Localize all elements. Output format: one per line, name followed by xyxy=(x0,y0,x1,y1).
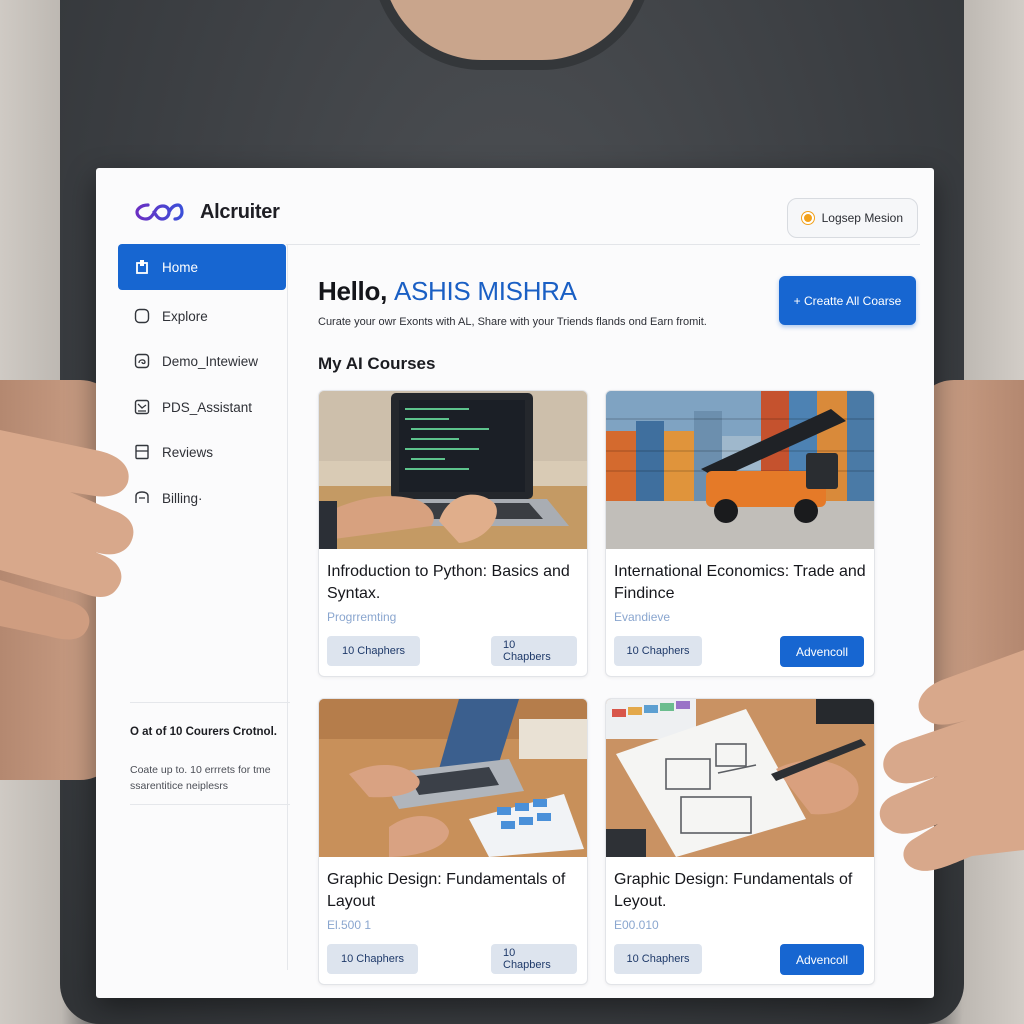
advanced-button[interactable]: Advencoll xyxy=(780,944,864,975)
compass-icon xyxy=(134,308,150,324)
course-category: E00.010 xyxy=(614,918,659,932)
page-title: Hello, ASHIS MISHRA xyxy=(318,276,577,307)
sidebar-divider xyxy=(130,804,290,805)
session-chip[interactable]: Logsep Mesion xyxy=(786,198,918,238)
left-hand xyxy=(0,430,134,640)
sidebar-item-label: Billing· xyxy=(162,490,203,506)
sidebar-item-reviews[interactable]: Reviews xyxy=(118,429,286,475)
header-divider xyxy=(286,244,920,245)
sidebar-item-explore[interactable]: Explore xyxy=(118,293,286,339)
course-card[interactable]: International Economics: Trade and Findi… xyxy=(605,390,875,677)
chapters-pill: 10 Chaphers xyxy=(327,944,418,974)
brand-logo-icon xyxy=(135,203,184,221)
sidebar-item-home[interactable]: Home xyxy=(118,244,286,290)
chapters-pill: 10 Chapbers xyxy=(491,636,577,666)
quota-title: O at of 10 Courers Crotnol. xyxy=(130,726,277,738)
advanced-button[interactable]: Advencoll xyxy=(780,636,864,667)
home-icon xyxy=(134,259,150,275)
chapters-pill: 10 Chapbers xyxy=(491,944,577,974)
laptop-coding-photo xyxy=(319,391,587,549)
course-title: Graphic Design: Fundamentals of Leyout. xyxy=(614,871,853,910)
greeting-text: Hello, xyxy=(318,276,387,306)
course-title: Infroduction to Python: Basics and Synta… xyxy=(327,563,570,602)
printed-dashboard: Alcruiter Logsep Mesion Home Explore Dem… xyxy=(96,168,934,998)
chapters-pill: 10 Chaphers xyxy=(614,636,702,666)
course-category: Evandieve xyxy=(614,610,671,624)
user-name: ASHIS MISHRA xyxy=(393,276,577,306)
sidebar-item-demo-interview[interactable]: Demo_Intewiew xyxy=(118,338,286,384)
sidebar-item-label: Demo_Intewiew xyxy=(162,353,259,369)
course-category: Progrremting xyxy=(327,610,397,624)
course-card[interactable]: Infroduction to Python: Basics and Synta… xyxy=(318,390,588,677)
interview-icon xyxy=(134,353,150,369)
design-laptop-photo xyxy=(319,699,587,857)
section-title: My AI Courses xyxy=(318,354,436,373)
brand-name: Alcruiter xyxy=(200,200,280,223)
wireframe-sketch-photo xyxy=(606,699,874,857)
course-card[interactable]: Graphic Design: Fundamentals of Leyout. … xyxy=(605,698,875,985)
course-category: El.500 1 xyxy=(327,918,372,932)
sidebar-item-label: Explore xyxy=(162,308,208,324)
sidebar-item-label: Home xyxy=(162,259,199,275)
course-title: Graphic Design: Fundamentals of Layout xyxy=(327,871,566,910)
course-quota-note: O at of 10 Courers Crotnol. Coate up to.… xyxy=(130,726,290,794)
sidebar-item-billing[interactable]: Billing· xyxy=(118,475,286,521)
shipping-containers-photo xyxy=(606,391,874,549)
sidebar-item-pds-assistant[interactable]: PDS_Assistant xyxy=(118,384,286,430)
page-subtitle: Curate your owr Exonts with AL, Share wi… xyxy=(318,316,707,328)
session-label: Logsep Mesion xyxy=(821,211,903,225)
chapters-pill: 10 Chaphers xyxy=(614,944,702,974)
create-course-button[interactable]: + Creatte All Coarse xyxy=(779,276,916,325)
sidebar-item-label: Reviews xyxy=(162,444,214,460)
quota-description: Coate up to. 10 errrets for tme ssarenti… xyxy=(130,764,271,792)
chapters-pill: 10 Chaphers xyxy=(327,636,420,666)
course-title: International Economics: Trade and Findi… xyxy=(614,563,866,602)
brand[interactable]: Alcruiter xyxy=(134,200,280,224)
right-hand xyxy=(879,650,1024,871)
status-dot-icon xyxy=(801,212,814,224)
sidebar-item-label: PDS_Assistant xyxy=(162,399,253,415)
assistant-icon xyxy=(134,399,150,415)
sidebar: Home Explore Demo_Intewiew PDS_Assistant… xyxy=(116,244,290,970)
course-card[interactable]: Graphic Design: Fundamentals of Layout E… xyxy=(318,698,588,985)
sidebar-divider xyxy=(130,702,290,703)
